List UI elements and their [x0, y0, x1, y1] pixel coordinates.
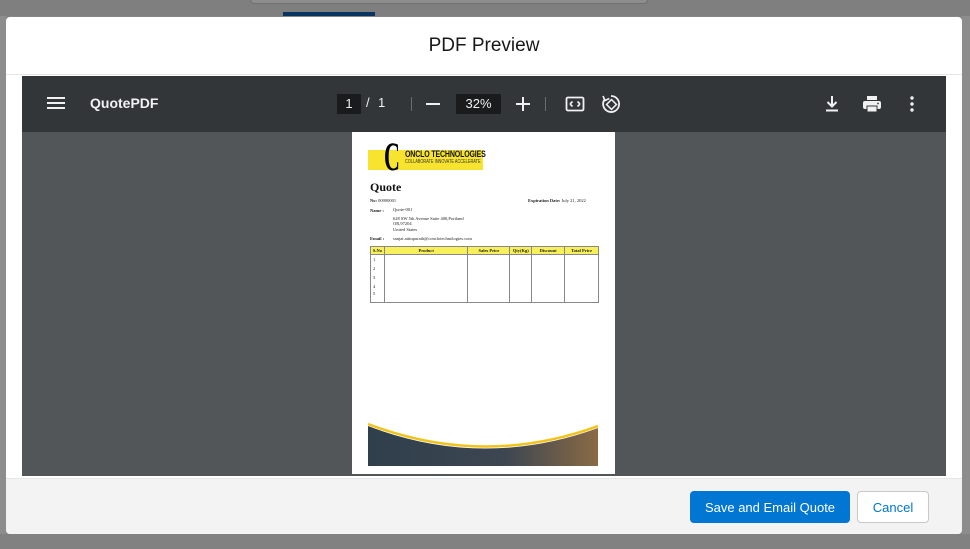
footer-wave-graphic: [368, 422, 598, 466]
table-row: 2: [370, 263, 599, 273]
address-line-2: OR,97204: [393, 221, 412, 226]
menu-icon[interactable]: [46, 94, 66, 114]
page-number-input[interactable]: 1: [337, 94, 361, 114]
table-header: Discount: [531, 246, 566, 255]
table-row: 1: [370, 254, 599, 264]
quote-number: No: 00000001: [370, 198, 397, 203]
pdf-page: C ONCLO TECHNOLOGIES COLLABORATE INNOVAT…: [352, 132, 615, 474]
page-separator: /: [366, 95, 370, 110]
quote-name: Quote-001: [393, 207, 413, 212]
address-line-3: United States: [393, 227, 418, 232]
pdf-document-title: QuotePDF: [90, 95, 159, 111]
company-logo-letter: C: [384, 134, 400, 179]
table-header: Total Price: [564, 246, 599, 255]
print-icon[interactable]: [861, 93, 883, 115]
email-value: sanjai.atttupurath@conclotechnologies.co…: [393, 236, 472, 241]
cancel-button[interactable]: Cancel: [857, 491, 929, 523]
more-options-icon[interactable]: [901, 93, 923, 115]
modal-header: PDF Preview: [6, 17, 962, 75]
quote-heading: Quote: [370, 180, 402, 194]
save-and-email-quote-button[interactable]: Save and Email Quote: [690, 491, 850, 523]
pdf-viewer[interactable]: QuotePDF 1 / 1 32% C ONCLO TECHNOLOGIES …: [22, 76, 946, 476]
fit-page-icon[interactable]: [564, 93, 586, 115]
table-header: Qty(Kg): [509, 246, 533, 255]
download-icon[interactable]: [821, 93, 843, 115]
zoom-level-input[interactable]: 32%: [456, 94, 501, 114]
table-header: Product: [383, 246, 469, 255]
rotate-icon[interactable]: [600, 93, 622, 115]
email-label: Email :: [370, 236, 385, 241]
table-row: 5: [370, 290, 599, 303]
name-label: Name :: [370, 208, 384, 213]
zoom-out-icon[interactable]: [426, 103, 440, 105]
table-header: S.No: [370, 246, 385, 255]
modal-title: PDF Preview: [428, 34, 540, 56]
zoom-in-icon[interactable]: [515, 96, 531, 112]
pdf-toolbar: QuotePDF 1 / 1 32%: [22, 76, 946, 132]
company-name: ONCLO TECHNOLOGIES: [405, 149, 486, 159]
toolbar-divider: [411, 97, 412, 111]
expiration-date: Expiration Date: July 21, 2022: [528, 198, 586, 203]
table-header: Sales Price: [467, 246, 511, 255]
table-row: 4: [370, 281, 599, 291]
toolbar-divider: [545, 97, 546, 111]
modal-footer: Save and Email Quote Cancel: [6, 478, 962, 534]
quote-line-items-table: S.No Product Sales Price Qty(Kg) Discoun…: [370, 246, 599, 303]
pdf-preview-modal: PDF Preview QuotePDF 1 / 1 32% C ONCLO T…: [6, 17, 962, 534]
table-row: 3: [370, 272, 599, 282]
company-tagline: COLLABORATE INNOVATE ACCELERATE: [405, 159, 481, 165]
total-pages: 1: [378, 95, 386, 110]
